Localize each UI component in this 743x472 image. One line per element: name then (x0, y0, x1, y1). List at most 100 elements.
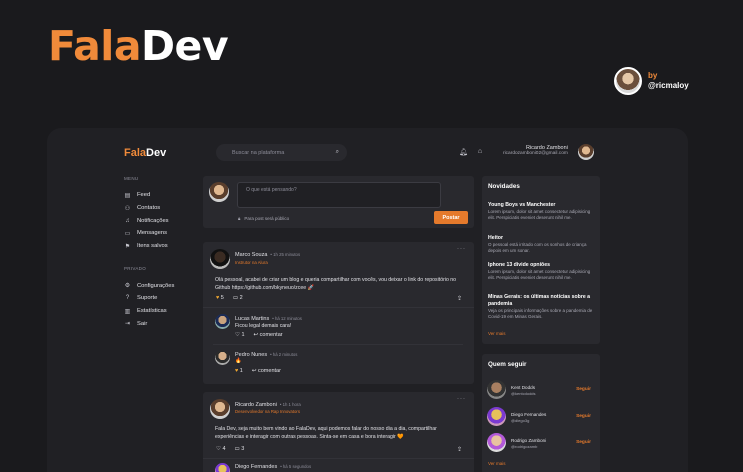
sidebar-item-mensagens[interactable]: ▭ Mensagens (124, 227, 174, 240)
post-card: Marco Souza • 1h 25 minutos Instrutor na … (203, 242, 474, 384)
reply-button[interactable]: ↩ comentar (254, 332, 283, 338)
bookmark-icon: ⚑ (124, 243, 131, 250)
sidebar-item-suporte[interactable]: ? Suporte (124, 292, 174, 305)
sidebar: MENU ▤ Feed ⚇ Contatos ♫ Notificações ▭ Mens… (124, 176, 174, 330)
comment-author[interactable]: Lucas Martins • há 12 minutos (235, 316, 302, 322)
comment-text: 🔥 (235, 358, 242, 364)
user-avatar[interactable] (578, 144, 594, 160)
user-info[interactable]: Ricardo Zamboni ricardozamboni02@gmail.c… (503, 145, 568, 156)
chart-icon: ▥ (124, 308, 131, 315)
follow-button[interactable]: Seguir (576, 440, 591, 445)
follow-button[interactable]: Seguir (576, 414, 591, 419)
reply-icon: ↩ (251, 368, 257, 374)
avatar[interactable] (487, 407, 506, 426)
post-text: Olá pessoal, acabei de criar um blog e q… (215, 277, 457, 291)
follow-row: Rodrigo Zamboni @rodrigozamb Seguir (487, 433, 595, 455)
like-button[interactable]: ♥ 1 (235, 368, 243, 374)
showcase-canvas: FalaDev by @ricmaloy FalaDev Buscar na p… (0, 0, 743, 472)
post-role: Desenvolvedor na Rap Innovators (235, 409, 300, 414)
follow-title: Quem seguir (488, 361, 527, 368)
app-logo[interactable]: FalaDev (124, 147, 166, 159)
news-item[interactable]: Minas Gerais: os últimas notícias sobre … (488, 294, 596, 319)
gear-icon: ⚙ (124, 283, 131, 290)
author-by: by (648, 71, 658, 80)
lock-icon: 🔒︎ (238, 216, 241, 221)
more-icon[interactable]: ··· (457, 246, 466, 252)
avatar[interactable] (487, 433, 506, 452)
post-composer: O que está pensando? 🔒︎ Para post será pú… (203, 176, 474, 228)
news-item[interactable]: Iphone 13 divide opniões Lorem ipsum, dol… (488, 262, 596, 280)
search-icon[interactable]: ⌕ (336, 149, 339, 156)
reply-icon: ↩ (253, 332, 259, 338)
visibility-note: 🔒︎ Para post será público (238, 216, 290, 221)
avatar[interactable] (215, 463, 230, 472)
search-input[interactable]: Buscar na plataforma ⌕ (216, 144, 347, 161)
sidebar-item-configuracoes[interactable]: ⚙ Configurações (124, 279, 175, 292)
news-item[interactable]: Young Boys vs Manchester Lorem ipsum, dol… (488, 202, 596, 220)
menu-section-label: MENU (124, 176, 139, 181)
sidebar-item-feed[interactable]: ▤ Feed (124, 189, 174, 202)
like-button[interactable]: ♡ 4 (216, 446, 226, 452)
more-icon[interactable]: ··· (457, 396, 466, 402)
sidebar-item-sair[interactable]: ⇥ Sair (124, 318, 174, 331)
message-icon: ▭ (124, 230, 131, 237)
sidebar-item-notificacoes[interactable]: ♫ Notificações (124, 214, 174, 227)
like-button[interactable]: ♡ 1 (235, 332, 245, 338)
author-credit: by @ricmaloy (614, 67, 689, 95)
brand-title: FalaDev (48, 22, 229, 70)
comment-button[interactable]: ▭ 3 (235, 446, 245, 452)
comment-text: Ficou legal demais cara! (235, 323, 292, 329)
post-text: Fala Dev, seja muito bem vindo ao FalaDe… (215, 426, 437, 440)
comment-icon: ▭ (234, 446, 240, 452)
help-icon: ? (125, 295, 130, 302)
sidebar-item-estatisticas[interactable]: ▥ Estatísticas (124, 305, 174, 318)
reply-button[interactable]: ↩ comentar (252, 368, 281, 374)
news-more-link[interactable]: Ver mais (488, 331, 506, 336)
private-section-label: PRIVADO (124, 266, 147, 272)
follow-more-link[interactable]: Ver mais (488, 461, 506, 466)
heart-icon: ♥ (235, 368, 239, 374)
heart-icon: ♡ (216, 446, 221, 452)
news-panel: Novidades Young Boys vs Manchester Lorem … (482, 176, 600, 344)
sidebar-item-itens-salvos[interactable]: ⚑ Itens salvos (124, 240, 174, 253)
post-role: Instrutor na Alura (235, 260, 268, 265)
news-item[interactable]: Heitor O pessoal está irritado com os son… (488, 235, 596, 253)
follow-row: Kent Dodds @kentcdodds Seguir (487, 380, 595, 402)
post-card: Ricardo Zamboni • 1h 1 hora Desenvolvedor… (203, 392, 474, 472)
bell-icon: ♫ (125, 217, 130, 224)
sidebar-item-contatos[interactable]: ⚇ Contatos (124, 202, 174, 215)
user-email: ricardozamboni02@gmail.com (503, 151, 568, 156)
news-title: Novidades (488, 183, 520, 190)
follow-button[interactable]: Seguir (576, 387, 591, 392)
author-avatar (614, 67, 642, 95)
post-button[interactable]: Postar (434, 211, 468, 224)
share-icon[interactable]: ⇪ (457, 295, 462, 302)
avatar[interactable] (487, 380, 506, 399)
feed-icon: ▤ (124, 192, 131, 199)
heart-icon: ♥ (216, 295, 220, 301)
share-icon[interactable]: ⇪ (457, 446, 462, 453)
search-placeholder: Buscar na plataforma (232, 149, 285, 156)
follow-row: Diego Fernandes @diego3g Seguir (487, 407, 595, 429)
author-handle: @ricmaloy (648, 81, 689, 90)
comment-button[interactable]: ▭ 2 (233, 295, 243, 301)
follow-panel: Quem seguir Kent Dodds @kentcdodds Seguir… (482, 354, 600, 472)
heart-icon: ♡ (235, 332, 240, 338)
bell-icon[interactable]: 🔔︎ (459, 148, 468, 156)
users-icon: ⚇ (124, 205, 131, 212)
comment-icon: ▭ (232, 295, 239, 301)
app-window: FalaDev Buscar na plataforma ⌕ 🔔︎ ⌂ Rica… (47, 128, 688, 472)
avatar[interactable] (215, 314, 230, 329)
comment-author[interactable]: Pedro Nunes • há 2 minutos (235, 352, 297, 358)
comment-author[interactable]: Diego Fernandes • há 5 segundos (235, 464, 311, 470)
avatar[interactable] (210, 399, 230, 419)
post-textarea[interactable]: O que está pensando? (237, 182, 441, 208)
post-author[interactable]: Ricardo Zamboni • 1h 1 hora (235, 402, 301, 408)
logout-icon: ⇥ (124, 321, 131, 328)
avatar[interactable] (210, 249, 230, 269)
avatar (209, 182, 229, 202)
like-button[interactable]: ♥ 5 (216, 295, 224, 301)
avatar[interactable] (215, 350, 230, 365)
home-icon[interactable]: ⌂ (478, 148, 482, 156)
post-author[interactable]: Marco Souza • 1h 25 minutos (235, 252, 300, 258)
